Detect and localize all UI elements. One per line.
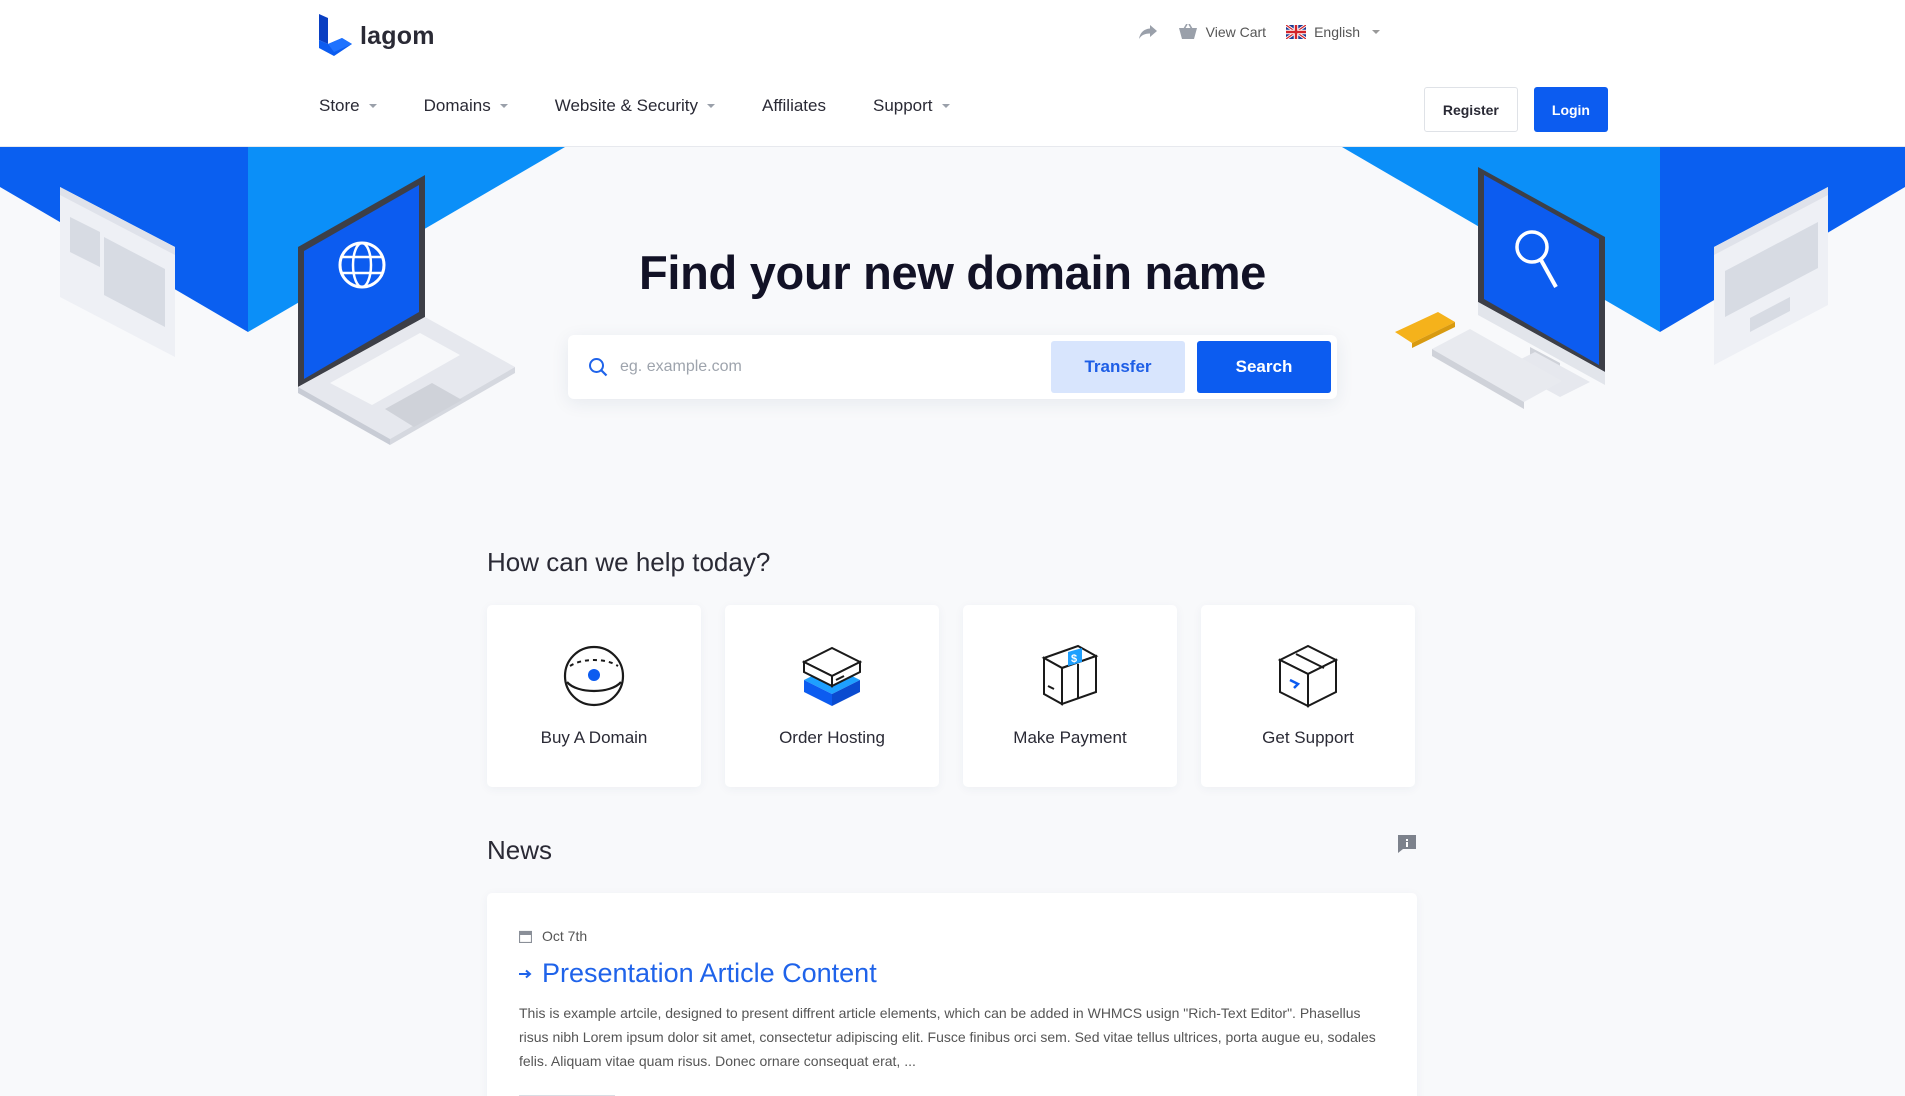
nav-item-website-security[interactable]: Website & Security: [554, 96, 716, 116]
help-cards: Buy A Domain Order Hosting $ Make Paymen…: [487, 605, 1415, 787]
site-header: lagom View Cart English Store Domains We…: [0, 0, 1905, 147]
card-get-support[interactable]: Get Support: [1201, 605, 1415, 787]
card-label: Order Hosting: [779, 728, 885, 747]
search-icon: [589, 358, 608, 377]
chevron-down-icon: [707, 104, 716, 108]
domain-search-box: Transfer Search: [568, 335, 1337, 399]
hero-title: Find your new domain name: [638, 246, 1267, 299]
calendar-icon: [519, 930, 532, 943]
view-cart-link[interactable]: View Cart: [1178, 24, 1266, 40]
brand-name: lagom: [360, 21, 435, 50]
auth-buttons: Register Login: [1423, 87, 1608, 132]
support-box-icon: [1277, 644, 1339, 708]
news-article-excerpt: This is example artcile, designed to pre…: [519, 1005, 1376, 1069]
search-button[interactable]: Search: [1197, 341, 1331, 393]
help-section-title: How can we help today?: [487, 547, 771, 577]
nav-item-support[interactable]: Support: [873, 96, 950, 116]
lagom-logo-icon: [319, 14, 352, 56]
register-button[interactable]: Register: [1423, 87, 1518, 132]
chevron-down-icon: [368, 104, 377, 108]
uk-flag-icon: [1286, 25, 1307, 39]
language-label: English: [1314, 24, 1360, 40]
login-button[interactable]: Login: [1533, 87, 1608, 132]
nav-item-label: Affiliates: [762, 96, 826, 115]
card-label: Get Support: [1262, 728, 1354, 747]
feed-icon[interactable]: [1397, 834, 1417, 854]
payment-box-icon: $: [1041, 644, 1099, 706]
share-button[interactable]: [1138, 24, 1158, 40]
news-date-label: Oct 7th: [542, 928, 588, 944]
news-article-card: Oct 7th Presentation Article Content Thi…: [487, 893, 1417, 1096]
chevron-down-icon: [941, 104, 950, 108]
card-order-hosting[interactable]: Order Hosting: [725, 605, 939, 787]
domain-globe-icon: [563, 645, 625, 707]
nav-item-label: Support: [872, 96, 933, 115]
nav-item-store[interactable]: Store: [319, 96, 377, 116]
news-article-title: Presentation Article Content: [542, 958, 877, 988]
language-selector[interactable]: English: [1286, 24, 1380, 40]
hosting-server-icon: [801, 646, 863, 706]
svg-text:$: $: [1071, 653, 1077, 665]
news-article-link[interactable]: Presentation Article Content: [519, 958, 877, 989]
hero-section: Find your new domain name Transfer Searc…: [0, 147, 1905, 507]
nav-item-label: Website & Security: [554, 96, 699, 115]
domain-search-input[interactable]: [620, 347, 1051, 387]
view-cart-label: View Cart: [1205, 24, 1267, 40]
basket-icon: [1178, 24, 1197, 39]
news-date: Oct 7th: [519, 928, 587, 944]
card-label: Make Payment: [1013, 728, 1127, 747]
card-label: Buy A Domain: [540, 728, 648, 747]
chevron-down-icon: [1372, 30, 1380, 34]
nav-item-label: Domains: [423, 96, 491, 115]
top-utility-bar: View Cart English: [1138, 24, 1380, 40]
main-nav: Store Domains Website & Security Affilia…: [319, 96, 950, 116]
nav-item-label: Store: [319, 96, 360, 115]
nav-item-domains[interactable]: Domains: [424, 96, 508, 116]
arrow-right-icon: [519, 969, 532, 978]
chevron-down-icon: [499, 104, 508, 108]
card-make-payment[interactable]: $ Make Payment: [963, 605, 1177, 787]
news-section-title: News: [487, 835, 553, 865]
share-arrow-icon: [1138, 25, 1157, 39]
nav-item-affiliates[interactable]: Affiliates: [762, 96, 826, 116]
hero-illustration: [0, 147, 1905, 445]
transfer-button[interactable]: Transfer: [1051, 341, 1185, 393]
logo[interactable]: lagom: [319, 14, 435, 56]
card-buy-domain[interactable]: Buy A Domain: [487, 605, 701, 787]
